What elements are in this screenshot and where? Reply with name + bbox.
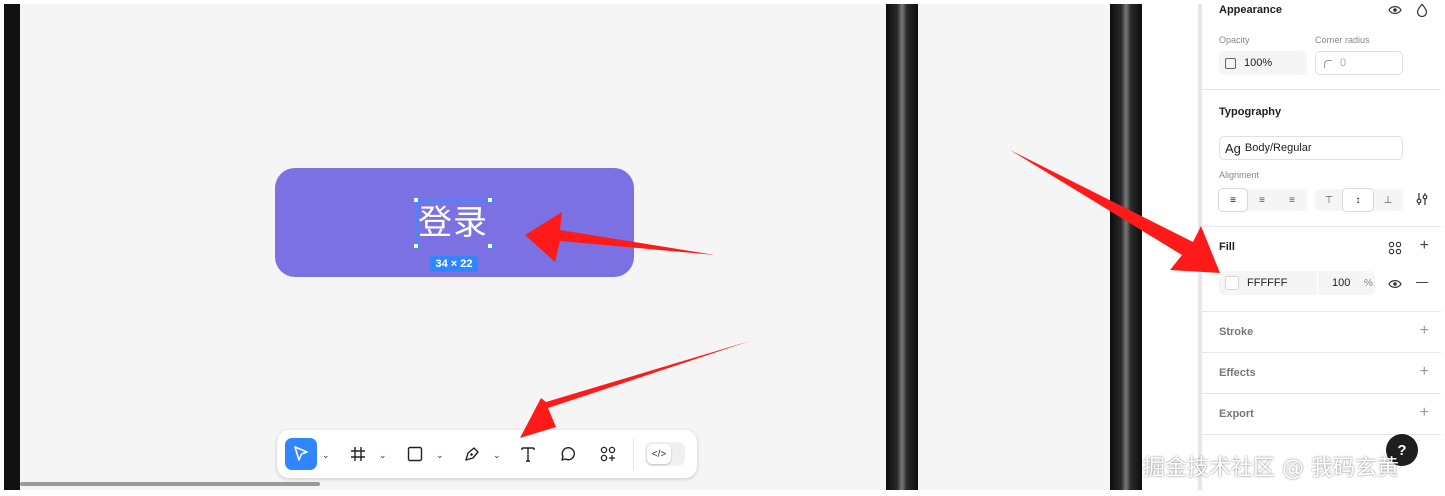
annotation-arrow [1010, 150, 1220, 273]
annotation-arrow [525, 212, 715, 262]
annotation-layer [520, 150, 1220, 438]
annotation-arrow [520, 341, 750, 438]
app-window: 登录 34 × 22 ⌄ ⌄ ⌄ ⌄ </> Appearance Opacit… [0, 0, 1445, 496]
